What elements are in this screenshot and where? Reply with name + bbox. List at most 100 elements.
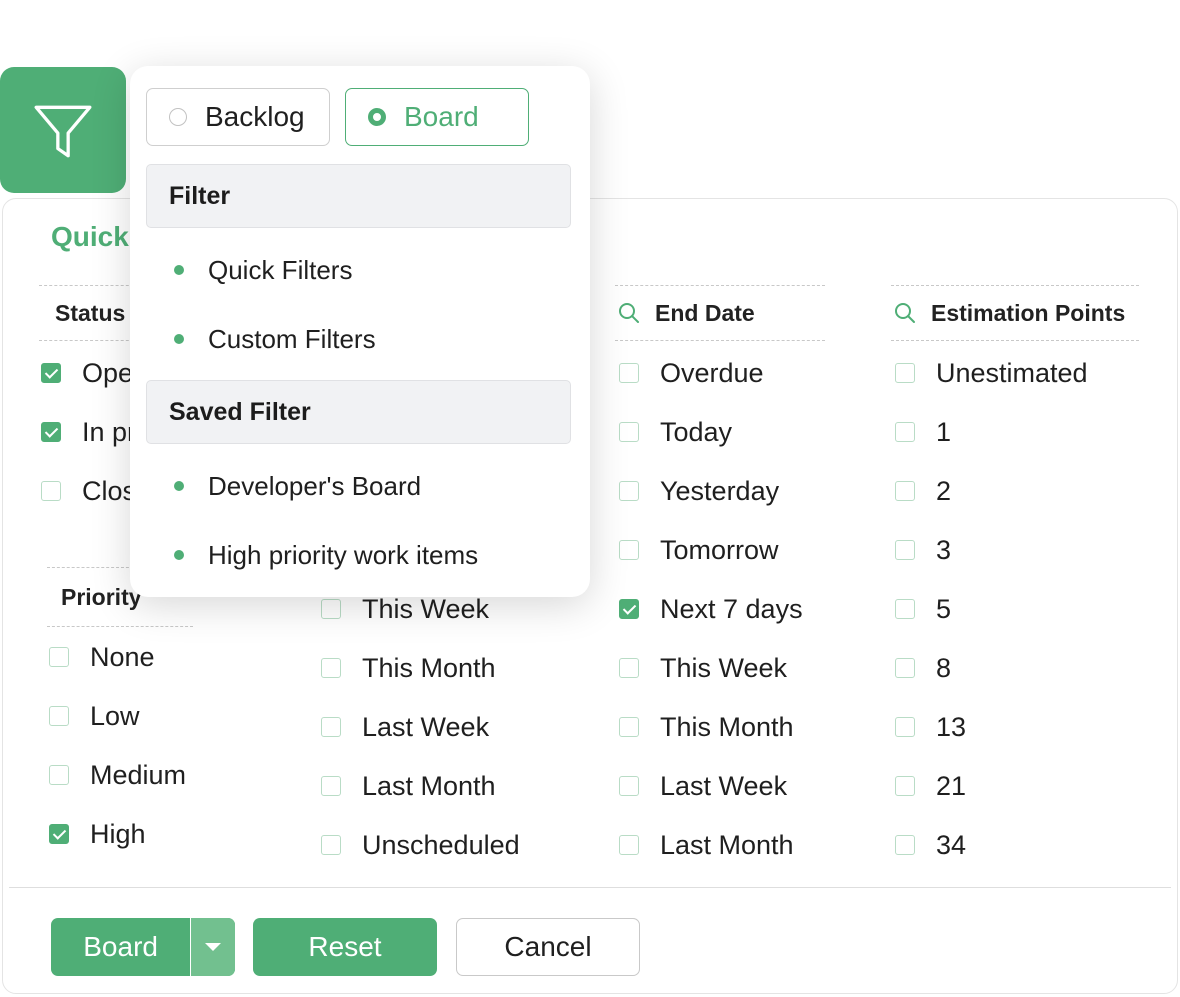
menu-item-label: Developer's Board xyxy=(208,470,422,501)
start-date-option-this-month[interactable]: This Month xyxy=(321,648,496,688)
menu-item-label: Custom Filters xyxy=(208,323,376,354)
checkbox[interactable] xyxy=(895,422,915,442)
priority-option-low[interactable]: Low xyxy=(49,696,140,736)
option-label: 8 xyxy=(936,652,952,683)
option-label: This Month xyxy=(660,711,794,742)
saved-filter-developers-board[interactable]: Developer's Board xyxy=(174,466,421,506)
option-label: 3 xyxy=(936,534,952,565)
search-icon[interactable] xyxy=(617,301,641,325)
estimation-option-unestimated[interactable]: Unestimated xyxy=(895,353,1088,393)
checkbox[interactable] xyxy=(895,481,915,501)
checkbox[interactable] xyxy=(619,717,639,737)
checkbox[interactable] xyxy=(321,599,341,619)
end-date-option-today[interactable]: Today xyxy=(619,412,732,452)
saved-filter-high-priority[interactable]: High priority work items xyxy=(174,535,478,575)
checkbox[interactable] xyxy=(321,835,341,855)
option-label: Overdue xyxy=(660,357,764,388)
option-label: 5 xyxy=(936,593,952,624)
board-button-label: Board xyxy=(83,931,158,962)
filter-toggle-button[interactable] xyxy=(0,67,126,193)
checkbox[interactable] xyxy=(321,717,341,737)
priority-option-none[interactable]: None xyxy=(49,637,155,677)
caret-down-icon[interactable] xyxy=(190,918,235,976)
checkbox[interactable] xyxy=(895,599,915,619)
option-label: Last Week xyxy=(660,770,788,801)
checkbox[interactable] xyxy=(321,776,341,796)
backlog-toggle-label: Backlog xyxy=(205,101,305,132)
checkbox[interactable] xyxy=(619,481,639,501)
checkbox[interactable] xyxy=(895,363,915,383)
estimation-points-header: Estimation Points xyxy=(891,285,1139,341)
option-label: Medium xyxy=(90,759,187,790)
estimation-points-header-label: Estimation Points xyxy=(931,299,1126,326)
end-date-option-yesterday[interactable]: Yesterday xyxy=(619,471,779,511)
option-label: Last Week xyxy=(362,711,490,742)
cancel-button[interactable]: Cancel xyxy=(456,918,640,976)
checkbox[interactable] xyxy=(619,776,639,796)
end-date-option-last-week[interactable]: Last Week xyxy=(619,766,787,806)
priority-option-medium[interactable]: Medium xyxy=(49,755,186,795)
start-date-option-unscheduled[interactable]: Unscheduled xyxy=(321,825,520,865)
menu-item-label: High priority work items xyxy=(208,539,479,570)
option-label: Last Month xyxy=(362,770,496,801)
end-date-option-tomorrow[interactable]: Tomorrow xyxy=(619,530,779,570)
checkbox[interactable] xyxy=(619,363,639,383)
bullet-icon xyxy=(174,265,184,275)
checkbox[interactable] xyxy=(49,765,69,785)
end-date-option-this-month[interactable]: This Month xyxy=(619,707,794,747)
estimation-option-1[interactable]: 1 xyxy=(895,412,951,452)
bullet-icon xyxy=(174,550,184,560)
priority-option-high[interactable]: High xyxy=(49,814,146,854)
radio-selected-icon xyxy=(368,108,386,126)
estimation-option-34[interactable]: 34 xyxy=(895,825,966,865)
start-date-option-last-week[interactable]: Last Week xyxy=(321,707,489,747)
estimation-option-21[interactable]: 21 xyxy=(895,766,966,806)
search-icon[interactable] xyxy=(893,301,917,325)
checkbox[interactable] xyxy=(41,363,61,383)
menu-item-quick-filters[interactable]: Quick Filters xyxy=(174,250,352,290)
option-label: Unscheduled xyxy=(362,829,520,860)
start-date-option-last-month[interactable]: Last Month xyxy=(321,766,496,806)
option-label: None xyxy=(90,641,155,672)
option-label: Next 7 days xyxy=(660,593,803,624)
board-toggle[interactable]: Board xyxy=(345,88,529,146)
checkbox[interactable] xyxy=(619,835,639,855)
checkbox[interactable] xyxy=(49,706,69,726)
end-date-option-last-month[interactable]: Last Month xyxy=(619,825,794,865)
checkbox[interactable] xyxy=(321,658,341,678)
option-label: 13 xyxy=(936,711,967,742)
checkbox[interactable] xyxy=(895,717,915,737)
estimation-option-8[interactable]: 8 xyxy=(895,648,951,688)
checkbox[interactable] xyxy=(619,540,639,560)
end-date-option-overdue[interactable]: Overdue xyxy=(619,353,764,393)
estimation-option-13[interactable]: 13 xyxy=(895,707,966,747)
checkbox[interactable] xyxy=(895,776,915,796)
checkbox[interactable] xyxy=(619,599,639,619)
checkbox[interactable] xyxy=(41,422,61,442)
option-label: 21 xyxy=(936,770,967,801)
reset-button[interactable]: Reset xyxy=(253,918,437,976)
estimation-option-3[interactable]: 3 xyxy=(895,530,951,570)
option-label: Unestimated xyxy=(936,357,1088,388)
checkbox[interactable] xyxy=(895,540,915,560)
filter-menu-popup: Backlog Board Filter Quick Filters Custo… xyxy=(130,66,590,597)
backlog-toggle[interactable]: Backlog xyxy=(146,88,330,146)
bullet-icon xyxy=(174,334,184,344)
option-label: 34 xyxy=(936,829,967,860)
estimation-option-5[interactable]: 5 xyxy=(895,589,951,629)
checkbox[interactable] xyxy=(619,422,639,442)
option-label: Last Month xyxy=(660,829,794,860)
board-split-button[interactable]: Board xyxy=(51,918,235,976)
end-date-option-this-week[interactable]: This Week xyxy=(619,648,787,688)
checkbox[interactable] xyxy=(895,835,915,855)
checkbox[interactable] xyxy=(49,824,69,844)
end-date-option-next-7-days[interactable]: Next 7 days xyxy=(619,589,803,629)
menu-item-custom-filters[interactable]: Custom Filters xyxy=(174,319,376,359)
checkbox[interactable] xyxy=(41,481,61,501)
board-toggle-label: Board xyxy=(404,101,479,132)
estimation-option-2[interactable]: 2 xyxy=(895,471,951,511)
bullet-icon xyxy=(174,481,184,491)
checkbox[interactable] xyxy=(895,658,915,678)
checkbox[interactable] xyxy=(619,658,639,678)
checkbox[interactable] xyxy=(49,647,69,667)
